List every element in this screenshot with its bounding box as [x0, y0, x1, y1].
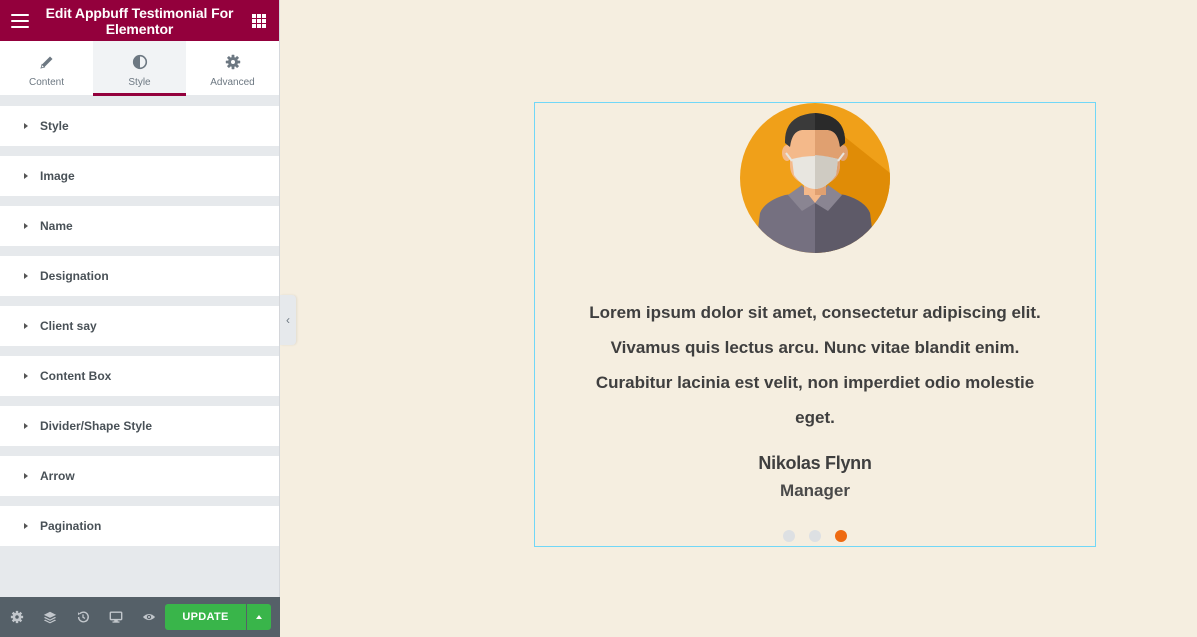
section-name[interactable]: Name: [0, 206, 279, 246]
settings-icon: [10, 610, 23, 624]
tab-label: Advanced: [210, 77, 255, 88]
panel-header: Edit Appbuff Testimonial For Elementor: [0, 0, 279, 41]
history-button[interactable]: [66, 597, 99, 637]
caret-right-icon: [24, 123, 28, 129]
pagination-dot-active[interactable]: [835, 530, 847, 542]
section-label: Divider/Shape Style: [40, 419, 153, 433]
section-label: Content Box: [40, 369, 112, 383]
pencil-icon: [39, 56, 52, 69]
preview-button[interactable]: [132, 597, 165, 637]
caret-right-icon: [24, 223, 28, 229]
caret-right-icon: [24, 523, 28, 529]
tab-label: Content: [28, 77, 65, 88]
tab-content[interactable]: Content: [0, 41, 93, 95]
panel-footer: UPDATE: [0, 597, 280, 637]
caret-right-icon: [24, 473, 28, 479]
section-pagination[interactable]: Pagination: [0, 506, 279, 546]
section-arrow[interactable]: Arrow: [0, 456, 279, 496]
testimonial-quote: Lorem ipsum dolor sit amet, consectetur …: [589, 303, 1041, 427]
testimonial-widget[interactable]: Lorem ipsum dolor sit amet, consectetur …: [534, 102, 1096, 547]
half-circle-icon: [132, 54, 147, 70]
section-label: Designation: [40, 269, 109, 283]
widgets-grid-icon[interactable]: [252, 14, 266, 28]
avatar: [740, 103, 890, 253]
pagination-dot[interactable]: [783, 530, 795, 542]
responsive-mode-button[interactable]: [99, 597, 132, 637]
section-style[interactable]: Style: [0, 106, 279, 146]
tab-style[interactable]: Style: [93, 41, 186, 96]
collapse-panel-button[interactable]: ‹: [280, 295, 296, 345]
section-label: Client say: [40, 319, 97, 333]
section-client-say[interactable]: Client say: [0, 306, 279, 346]
caret-right-icon: [24, 323, 28, 329]
panel-tabs: Content Style Advanced: [0, 41, 279, 96]
update-options-button[interactable]: [247, 604, 271, 630]
section-image[interactable]: Image: [0, 156, 279, 196]
section-label: Pagination: [40, 519, 102, 533]
section-label: Image: [40, 169, 75, 183]
responsive-icon: [109, 611, 122, 623]
section-label: Style: [40, 119, 69, 133]
settings-button[interactable]: [0, 597, 33, 637]
section-label: Arrow: [40, 469, 75, 483]
tab-advanced[interactable]: Advanced: [186, 41, 279, 95]
preview-icon: [142, 613, 155, 621]
chevron-left-icon: ‹: [286, 313, 290, 327]
section-designation[interactable]: Designation: [0, 256, 279, 296]
editor-panel: Edit Appbuff Testimonial For Elementor C…: [0, 0, 280, 637]
gear-icon: [225, 54, 240, 70]
section-content-box[interactable]: Content Box: [0, 356, 279, 396]
update-button[interactable]: UPDATE: [165, 604, 246, 630]
caret-right-icon: [24, 373, 28, 379]
section-label: Name: [40, 219, 73, 233]
panel-title: Edit Appbuff Testimonial For Elementor: [45, 5, 234, 37]
caret-right-icon: [24, 173, 28, 179]
hamburger-menu-icon[interactable]: [11, 14, 29, 28]
testimonial-designation: Manager: [780, 481, 850, 500]
caret-right-icon: [24, 273, 28, 279]
style-sections: Style Image Name Designation Client say …: [0, 96, 279, 546]
layers-icon: [43, 611, 56, 624]
pagination-dot[interactable]: [809, 530, 821, 542]
testimonial-name: Nikolas Flynn: [758, 453, 872, 473]
caret-up-icon: [256, 615, 262, 619]
section-divider-shape-style[interactable]: Divider/Shape Style: [0, 406, 279, 446]
pagination: [535, 530, 1095, 542]
navigator-button[interactable]: [33, 597, 66, 637]
caret-right-icon: [24, 423, 28, 429]
history-icon: [77, 611, 89, 623]
tab-label: Style: [128, 77, 151, 88]
